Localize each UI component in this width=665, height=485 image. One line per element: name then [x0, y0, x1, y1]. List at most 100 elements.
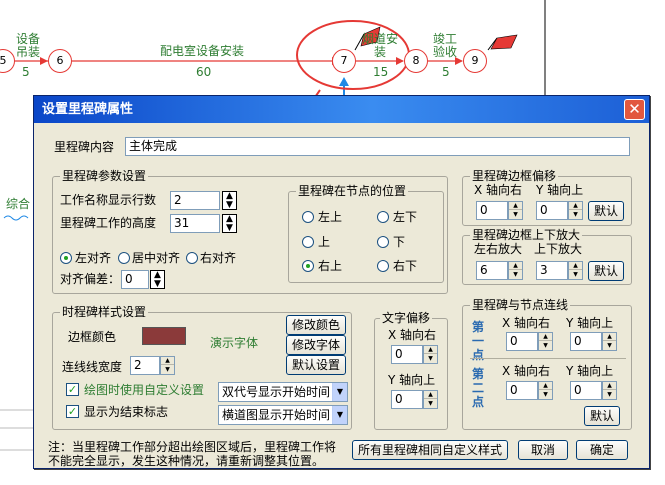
lines-spinner[interactable]: ▲ ▼	[222, 191, 237, 210]
task-duration: 60	[196, 65, 212, 79]
lines-input[interactable]: 2	[170, 191, 220, 210]
border-color-label: 边框颜色	[68, 330, 117, 344]
change-font-button[interactable]: 修改字体	[286, 335, 346, 355]
line-width-spinner[interactable]: ▲ ▼	[160, 356, 175, 375]
align-center-label: 居中对齐	[132, 251, 181, 265]
point2-y-spinner[interactable]: ▲ ▼	[602, 381, 617, 400]
task-name-switchroom: 配电室设备安装	[160, 44, 245, 58]
node-9: 9	[463, 49, 487, 73]
divider	[470, 358, 626, 359]
frame-scale-ud-input[interactable]: 3	[536, 261, 568, 280]
default-settings-button[interactable]: 默认设置	[286, 355, 346, 375]
point2-label: 第二点	[472, 367, 485, 409]
connect-legend: 里程碑与节点连线	[470, 298, 571, 312]
text-offset-x-spinner[interactable]: ▲ ▼	[423, 345, 438, 364]
pos-bottom-left-radio[interactable]	[377, 211, 389, 223]
text-offset-x-label: X 轴向右	[388, 328, 437, 342]
point2-x-spinner[interactable]: ▲ ▼	[538, 381, 553, 400]
text-offset-legend: 文字偏移	[380, 311, 433, 325]
frame-scale-legend: 里程碑边框上下放大	[470, 228, 583, 242]
note-text: 注：当里程碑工作部分超出绘图区域后，里程碑工作将不能完全显示，发生这种情况，请重…	[48, 440, 337, 468]
pos-bottom-radio[interactable]	[377, 236, 389, 248]
offset-label: 对齐偏差：	[60, 272, 121, 286]
custom-setting-label: 绘图时使用自定义设置	[84, 383, 205, 397]
end-flag-checkbox[interactable]: ✓	[66, 405, 79, 418]
height-input[interactable]: 31	[170, 214, 220, 233]
pos-top-right-label: 右上	[318, 259, 343, 273]
point2-x-input[interactable]: 0	[506, 381, 538, 400]
line-width-input[interactable]: 2	[130, 356, 160, 375]
pos-bottom-right-radio[interactable]	[377, 260, 389, 272]
point1-y-input[interactable]: 0	[570, 332, 602, 351]
close-button[interactable]: ✕	[624, 99, 645, 120]
frame-scale-default-button[interactable]: 默认	[588, 261, 624, 281]
align-right-radio[interactable]	[186, 252, 198, 264]
offset-spinner[interactable]: ▲ ▼	[150, 270, 165, 289]
task-name-acceptance: 竣工 验收	[433, 32, 458, 59]
frame-offset-x-spinner[interactable]: ▲ ▼	[508, 201, 523, 220]
frame-scale-lr-spinner[interactable]: ▲ ▼	[508, 261, 523, 280]
frame-scale-ud-spinner[interactable]: ▲ ▼	[568, 261, 583, 280]
align-center-radio[interactable]	[118, 252, 130, 264]
chevron-down-icon: ▼	[332, 406, 347, 424]
task-name-flue: 烟道安 装	[362, 32, 399, 59]
frame-offset-default-button[interactable]: 默认	[588, 201, 624, 221]
connect-default-button[interactable]: 默认	[584, 406, 620, 426]
content-input[interactable]: 主体完成	[125, 137, 630, 156]
chevron-down-icon: ▼	[332, 383, 347, 401]
params-legend: 里程碑参数设置	[60, 169, 149, 183]
offset-input[interactable]: 0	[121, 270, 149, 289]
milestone-properties-dialog: 设置里程碑属性 ✕ 里程碑内容 主体完成 里程碑参数设置 工作名称显示行数 2 …	[33, 95, 650, 469]
pos-top-left-label: 左上	[318, 210, 343, 224]
double-code-time-select[interactable]: 双代号显示开始时间 ▼	[218, 382, 348, 402]
pos-bottom-right-label: 右下	[393, 259, 418, 273]
change-color-button[interactable]: 修改颜色	[286, 315, 346, 335]
point1-x-input[interactable]: 0	[506, 332, 538, 351]
frame-scale-ud-label: 上下放大	[534, 242, 583, 256]
frame-offset-legend: 里程碑边框偏移	[470, 169, 559, 183]
point1-y-spinner[interactable]: ▲ ▼	[602, 332, 617, 351]
text-offset-x-input[interactable]: 0	[391, 345, 423, 364]
gantt-time-value: 横道图显示开始时间	[222, 408, 331, 422]
apply-all-button[interactable]: 所有里程碑相同自定义样式	[352, 440, 508, 460]
task-duration: 15	[373, 65, 389, 79]
frame-offset-y-spinner[interactable]: ▲ ▼	[568, 201, 583, 220]
pos-top-right-radio[interactable]	[302, 260, 314, 272]
text-offset-y-spinner[interactable]: ▲ ▼	[423, 390, 438, 409]
pos-top-left-radio[interactable]	[302, 211, 314, 223]
double-code-time-value: 双代号显示开始时间	[222, 385, 331, 399]
point1-x-spinner[interactable]: ▲ ▼	[538, 332, 553, 351]
point2-y-input[interactable]: 0	[570, 381, 602, 400]
custom-setting-checkbox[interactable]: ✓	[66, 383, 79, 396]
align-left-radio[interactable]	[60, 252, 72, 264]
task-duration: 5	[442, 65, 450, 79]
position-legend: 里程碑在节点的位置	[296, 184, 409, 198]
frame-offset-x-input[interactable]: 0	[476, 201, 508, 220]
end-flag-label: 显示为结束标志	[84, 405, 169, 419]
height-spinner[interactable]: ▲ ▼	[222, 214, 237, 233]
align-right-label: 右对齐	[200, 251, 237, 265]
point2-x-label: X 轴向右	[502, 364, 551, 378]
pos-top-label: 上	[318, 235, 331, 249]
frame-offset-x-label: X 轴向右	[474, 183, 523, 197]
side-label: 综合	[6, 197, 31, 211]
node-7[interactable]: 7	[332, 49, 356, 73]
pos-bottom-left-label: 左下	[393, 210, 418, 224]
frame-offset-y-label: Y 轴向上	[536, 183, 584, 197]
style-legend: 时程碑样式设置	[60, 305, 149, 319]
point1-label: 第一点	[472, 320, 485, 362]
gantt-time-select[interactable]: 横道图显示开始时间 ▼	[218, 405, 348, 425]
pos-bottom-label: 下	[393, 235, 406, 249]
frame-scale-lr-label: 左右放大	[474, 242, 523, 256]
frame-offset-y-input[interactable]: 0	[536, 201, 568, 220]
text-offset-y-input[interactable]: 0	[391, 390, 423, 409]
text-offset-y-label: Y 轴向上	[388, 373, 436, 387]
align-left-label: 左对齐	[75, 251, 112, 265]
frame-scale-lr-input[interactable]: 6	[476, 261, 508, 280]
height-label: 里程碑工作的高度	[60, 216, 157, 230]
line-width-label: 连线线宽度	[62, 360, 123, 374]
point1-y-label: Y 轴向上	[566, 316, 614, 330]
pos-top-radio[interactable]	[302, 236, 314, 248]
ok-button[interactable]: 确定	[576, 440, 628, 460]
cancel-button[interactable]: 取消	[518, 440, 568, 460]
